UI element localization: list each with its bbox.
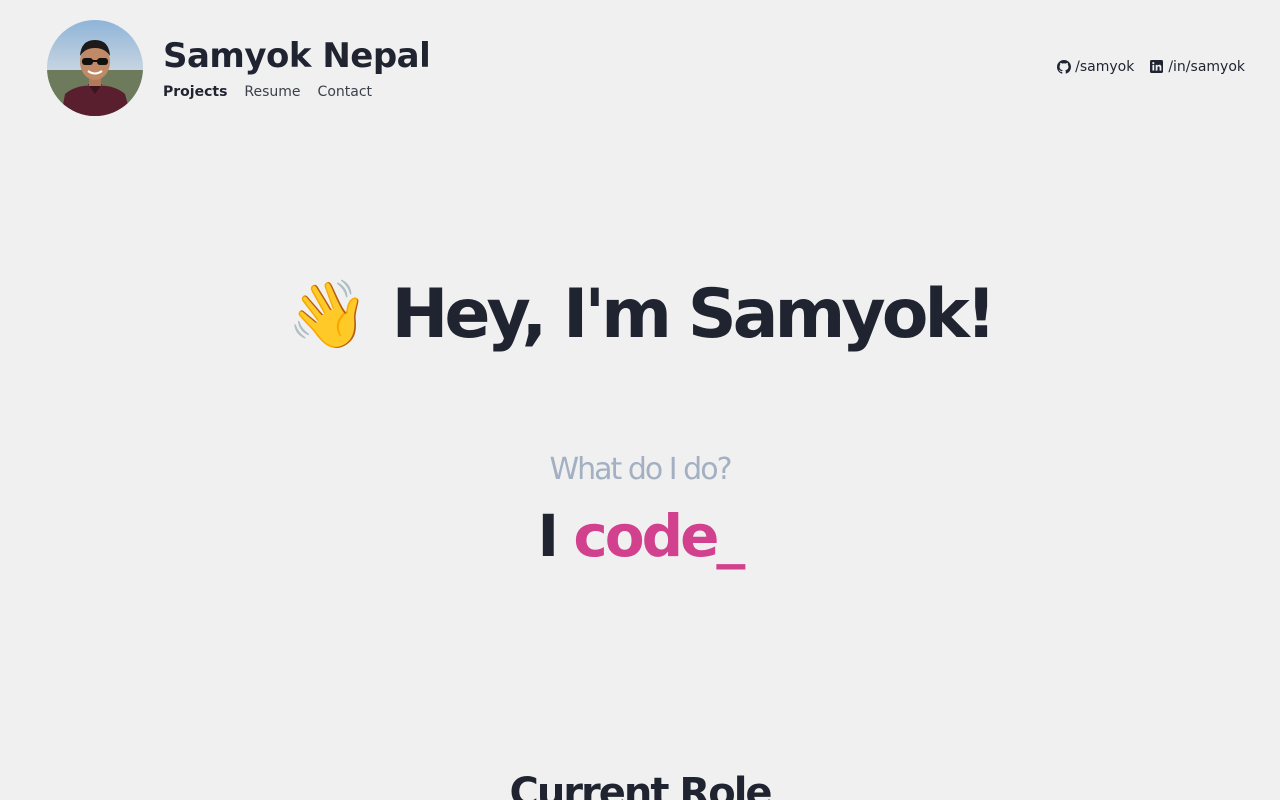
- linkedin-link[interactable]: /in/samyok: [1150, 59, 1245, 75]
- page: Samyok Nepal Projects Resume Contact /sa…: [0, 0, 1280, 800]
- hero-greeting: Hey, I'm Samyok!: [391, 275, 996, 354]
- linkedin-label: /in/samyok: [1168, 59, 1245, 75]
- social-links: /samyok /in/samyok: [1041, 59, 1245, 75]
- statement-verb: code_: [573, 502, 745, 570]
- brand: Samyok Nepal Projects Resume Contact: [163, 35, 431, 102]
- site-header: Samyok Nepal Projects Resume Contact: [47, 20, 431, 116]
- github-label: /samyok: [1075, 59, 1135, 75]
- main-nav: Projects Resume Contact: [163, 82, 430, 102]
- nav-item-resume[interactable]: Resume: [244, 82, 300, 102]
- nav-item-projects[interactable]: Projects: [163, 82, 227, 102]
- hero-question: What do I do?: [549, 452, 733, 487]
- nav-item-contact[interactable]: Contact: [318, 82, 372, 102]
- site-title[interactable]: Samyok Nepal: [163, 35, 431, 77]
- waving-hand-icon: 👋: [287, 277, 370, 351]
- avatar[interactable]: [47, 20, 143, 116]
- github-link[interactable]: /samyok: [1057, 59, 1134, 75]
- linkedin-icon: [1150, 60, 1164, 74]
- avatar-photo: [47, 20, 143, 116]
- current-role-heading: Current Role: [509, 770, 772, 800]
- github-icon: [1057, 60, 1072, 74]
- hero: 👋 Hey, I'm Samyok!: [0, 270, 1280, 360]
- hero-statement: I code_: [0, 500, 1280, 572]
- statement-lead: I: [537, 502, 560, 570]
